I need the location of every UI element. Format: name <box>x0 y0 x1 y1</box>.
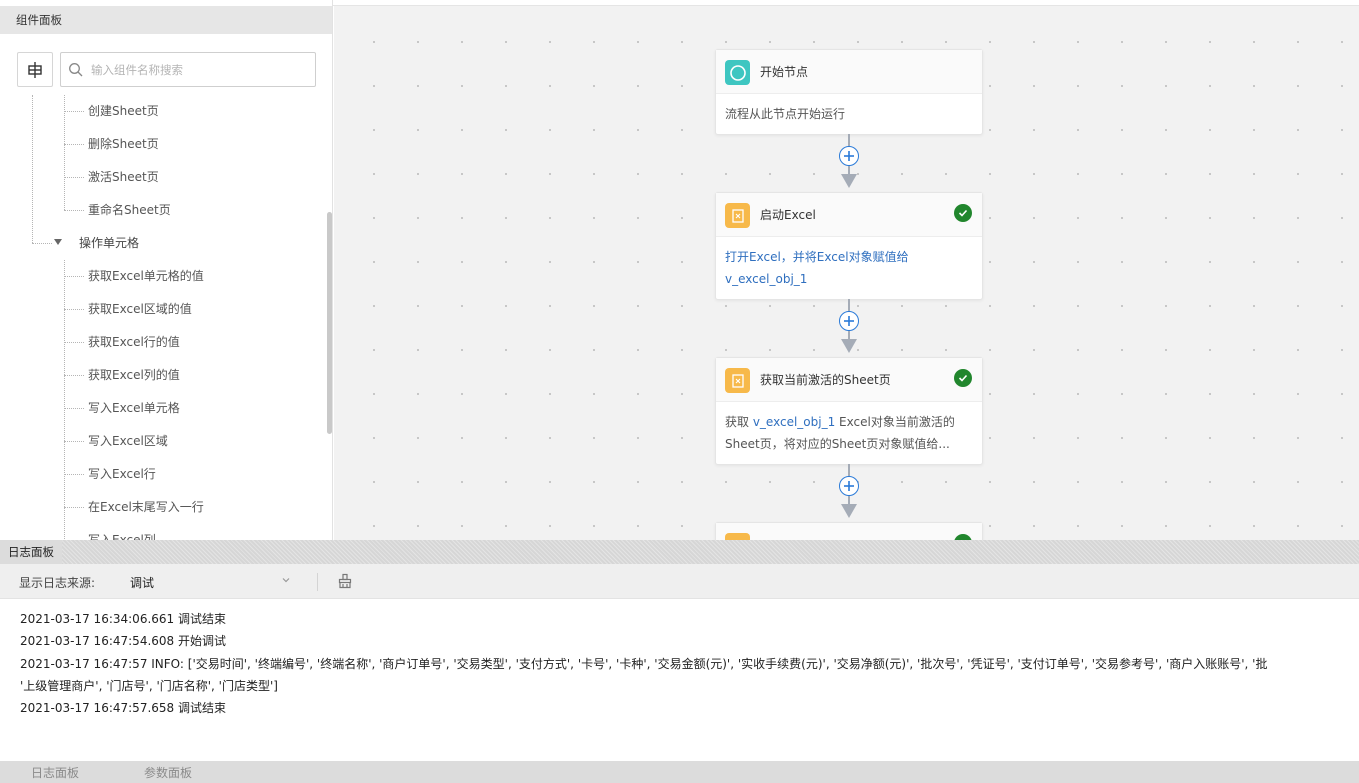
tree-item-label: 操作单元格 <box>79 236 140 250</box>
tree-item-label: 在Excel末尾写入一行 <box>88 500 204 514</box>
connector <box>839 464 859 520</box>
success-check-icon <box>954 204 972 222</box>
tree-guide-line <box>32 95 33 243</box>
flow-canvas[interactable]: 开始节点 流程从此节点开始运行 启动Excel 打开Excel，并将Excel对… <box>334 6 1359 540</box>
chevron-down-icon <box>282 578 290 583</box>
caret-down-icon[interactable] <box>54 239 62 245</box>
node-header: 开始节点 <box>716 50 982 94</box>
excel-doc-icon <box>725 203 750 228</box>
node-description: 打开Excel，并将Excel对象赋值给 v_excel_obj_1 <box>716 237 982 299</box>
log-source-label: 显示日志来源: <box>19 576 96 590</box>
tree-item-label: 获取Excel单元格的值 <box>88 269 204 283</box>
excel-doc-icon <box>725 533 750 540</box>
plus-icon <box>844 151 854 161</box>
bottom-tab-bar: 日志面板 参数面板 <box>0 761 1359 783</box>
node-desc-variable: v_excel_obj_1 <box>752 415 836 429</box>
node-desc-text: 打开Excel，并将Excel对象赋值给 <box>725 250 909 264</box>
broom-icon <box>338 573 352 589</box>
component-toolbar <box>17 52 317 87</box>
plus-icon <box>844 316 854 326</box>
expand-collapse-button[interactable] <box>17 52 53 87</box>
log-panel-title: 日志面板 <box>0 540 62 564</box>
log-line: 2021-03-17 16:47:57 INFO: ['交易时间', '终端编号… <box>20 657 1268 671</box>
flow-node-launch-excel[interactable]: 启动Excel 打开Excel，并将Excel对象赋值给 v_excel_obj… <box>715 192 983 300</box>
tree-item-label: 重命名Sheet页 <box>88 203 171 217</box>
flow-node-start[interactable]: 开始节点 流程从此节点开始运行 <box>715 49 983 135</box>
component-panel-title: 组件面板 <box>0 6 332 34</box>
tree-item-label: 获取Excel行的值 <box>88 335 180 349</box>
tree-guide-line <box>64 95 65 210</box>
log-line: 2021-03-17 16:47:57.658 调试结束 <box>20 701 226 715</box>
add-node-button[interactable] <box>839 311 859 331</box>
component-panel: 组件面板 创建Sheet页删除Sheet页激活Sheet页重命名Sheet页操作… <box>0 0 333 540</box>
circle-start-icon <box>725 60 750 85</box>
add-node-button[interactable] <box>839 146 859 166</box>
log-line: 2021-03-17 16:47:54.608 开始调试 <box>20 634 226 648</box>
search-icon <box>69 63 83 77</box>
toolbar-divider <box>317 573 318 591</box>
clear-log-button[interactable] <box>336 572 354 590</box>
log-panel-header: 日志面板 <box>0 540 1359 564</box>
node-header: 启动Excel <box>716 193 982 237</box>
excel-doc-icon <box>725 368 750 393</box>
tree-scrollbar[interactable] <box>327 212 332 434</box>
tab-log-panel[interactable]: 日志面板 <box>31 764 79 781</box>
tab-params-panel[interactable]: 参数面板 <box>144 764 192 781</box>
tree-item-label: 激活Sheet页 <box>88 170 159 184</box>
node-desc-text: 流程从此节点开始运行 <box>725 107 846 121</box>
connector <box>839 299 859 355</box>
log-source-select[interactable]: 调试 <box>126 569 298 594</box>
success-check-icon <box>954 369 972 387</box>
search-input[interactable] <box>91 60 301 80</box>
expand-collapse-icon <box>28 61 42 78</box>
tree-guide-line <box>64 260 65 540</box>
tree-item-label: 写入Excel行 <box>88 467 156 481</box>
log-line: 2021-03-17 16:34:06.661 调试结束 <box>20 612 226 626</box>
node-title: 开始节点 <box>760 65 809 79</box>
flow-node-get-active-sheet[interactable]: 获取当前激活的Sheet页 获取 v_excel_obj_1 Excel对象当前… <box>715 357 983 465</box>
log-source-value: 调试 <box>130 576 155 590</box>
node-description: 流程从此节点开始运行 <box>716 94 982 134</box>
log-toolbar: 显示日志来源: 调试 <box>0 564 1359 599</box>
node-title: 获取当前激活的Sheet页 <box>760 373 891 387</box>
tree-item-label: 写入Excel列 <box>88 533 156 540</box>
node-desc-variable: v_excel_obj_1 <box>725 272 808 286</box>
connector <box>839 134 859 190</box>
node-description: 获取 v_excel_obj_1 Excel对象当前激活的 Sheet页，将对应… <box>716 402 982 464</box>
node-title: 启动Excel <box>760 208 816 222</box>
tree-item-label: 删除Sheet页 <box>88 137 159 151</box>
flow-node-next[interactable] <box>715 522 983 540</box>
tree-item-label: 写入Excel区域 <box>88 434 168 448</box>
node-desc-text: Sheet页，将对应的Sheet页对象赋值给... <box>725 437 950 451</box>
log-line: '上级管理商户', '门店号', '门店名称', '门店类型'] <box>20 679 278 693</box>
component-search[interactable] <box>60 52 316 87</box>
node-desc-text: 获取 <box>725 415 753 429</box>
node-header: 获取当前激活的Sheet页 <box>716 358 982 402</box>
plus-icon <box>844 481 854 491</box>
add-node-button[interactable] <box>839 476 859 496</box>
log-output[interactable]: 2021-03-17 16:34:06.661 调试结束 2021-03-17 … <box>0 599 1359 761</box>
tree-item-label: 创建Sheet页 <box>88 104 159 118</box>
component-tree: 创建Sheet页 删除Sheet页 激活Sheet页 重命名Sheet页操作单元格获取… <box>0 95 325 540</box>
tree-item-label: 获取Excel区域的值 <box>88 302 192 316</box>
node-desc-text: Excel对象当前激活的 <box>835 415 955 429</box>
node-header <box>716 523 982 540</box>
tree-item-label: 写入Excel单元格 <box>88 401 180 415</box>
tree-item-label: 获取Excel列的值 <box>88 368 180 382</box>
